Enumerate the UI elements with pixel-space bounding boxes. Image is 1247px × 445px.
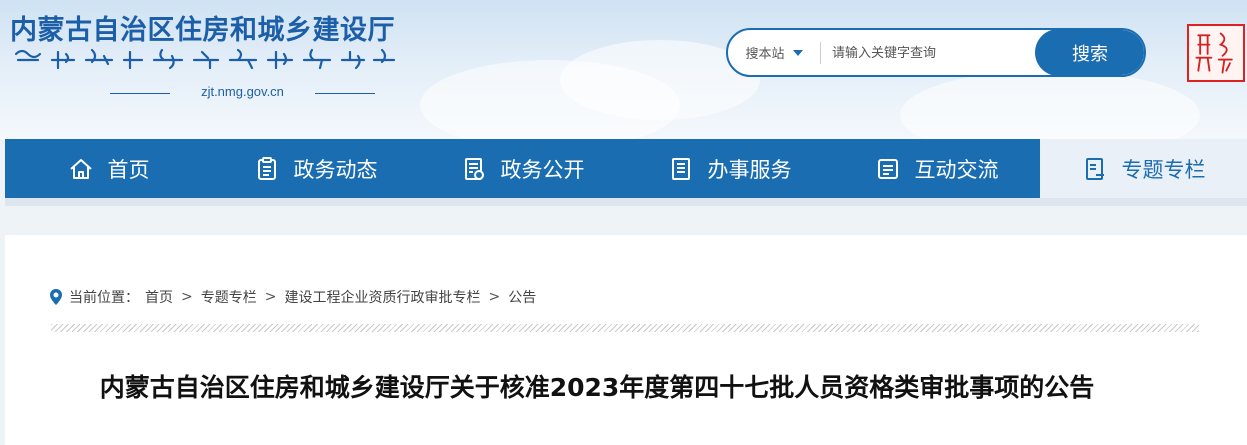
search-scope-label: 搜本站 xyxy=(745,47,785,62)
breadcrumb-link-column[interactable]: 建设工程企业资质行政审批专栏 xyxy=(284,287,480,307)
nav-item-home[interactable]: 首页 xyxy=(5,139,212,198)
caret-down-icon xyxy=(792,49,803,56)
nav-item-interaction[interactable]: 互动交流 xyxy=(833,139,1040,198)
search-box: 搜本站 搜索 xyxy=(726,28,1146,77)
main-nav: 首页 政务动态 政务公开 办事服务 互动交流 专题专栏 xyxy=(5,139,1247,198)
search-input[interactable] xyxy=(832,39,1032,67)
topic-icon xyxy=(1085,157,1104,180)
mongolian-script-logo xyxy=(14,48,396,70)
breadcrumb-prefix: 当前位置： xyxy=(69,290,139,306)
divider xyxy=(820,42,821,64)
location-pin-icon xyxy=(50,289,62,305)
mongolian-seal-icon[interactable] xyxy=(1187,24,1245,82)
article-title: 内蒙古自治区住房和城乡建设厅关于核准2023年度第四十七批人员资格类审批事项的公… xyxy=(99,373,1095,402)
clipboard-icon xyxy=(257,156,276,180)
nav-item-services[interactable]: 办事服务 xyxy=(626,139,833,198)
hatched-divider xyxy=(51,324,1199,332)
site-domain: zjt.nmg.gov.cn xyxy=(201,84,284,99)
breadcrumb-link-notice[interactable]: 公告 xyxy=(508,287,536,307)
nav-shadow xyxy=(5,198,1247,206)
nav-label: 互动交流 xyxy=(914,157,999,182)
search-scope-dropdown[interactable]: 搜本站 xyxy=(728,30,820,75)
site-title[interactable]: 内蒙古自治区住房和城乡建设厅 xyxy=(10,8,395,47)
site-header: 内蒙古自治区住房和城乡建设厅 zjt.nmg.gov.cn 搜本站 搜索 xyxy=(0,0,1247,140)
breadcrumb-link-topics[interactable]: 专题专栏 xyxy=(201,287,257,307)
nav-label: 政务公开 xyxy=(500,157,585,182)
nav-item-news[interactable]: 政务动态 xyxy=(212,139,419,198)
service-icon xyxy=(671,157,690,180)
document-icon xyxy=(464,157,484,180)
content-panel: 当前位置： 首页 > 专题专栏 > 建设工程企业资质行政审批专栏 > 公告 内蒙… xyxy=(5,235,1247,445)
breadcrumb: 当前位置： 首页 > 专题专栏 > 建设工程企业资质行政审批专栏 > 公告 xyxy=(49,287,536,307)
header-cloud xyxy=(900,70,1200,140)
chat-icon xyxy=(877,158,898,179)
search-button[interactable]: 搜索 xyxy=(1035,30,1144,75)
home-icon xyxy=(69,158,92,179)
domain-row: zjt.nmg.gov.cn xyxy=(110,84,375,102)
breadcrumb-separator: > xyxy=(181,289,193,305)
nav-item-topics[interactable]: 专题专栏 xyxy=(1040,139,1247,198)
nav-label: 政务动态 xyxy=(293,157,378,182)
breadcrumb-separator: > xyxy=(264,289,277,305)
breadcrumb-link-home[interactable]: 首页 xyxy=(145,287,173,307)
breadcrumb-separator: > xyxy=(488,289,501,305)
nav-label: 首页 xyxy=(107,157,150,182)
nav-label: 办事服务 xyxy=(707,157,792,182)
nav-label: 专题专栏 xyxy=(1121,157,1206,182)
nav-item-disclosure[interactable]: 政务公开 xyxy=(419,139,626,198)
divider xyxy=(315,93,375,94)
